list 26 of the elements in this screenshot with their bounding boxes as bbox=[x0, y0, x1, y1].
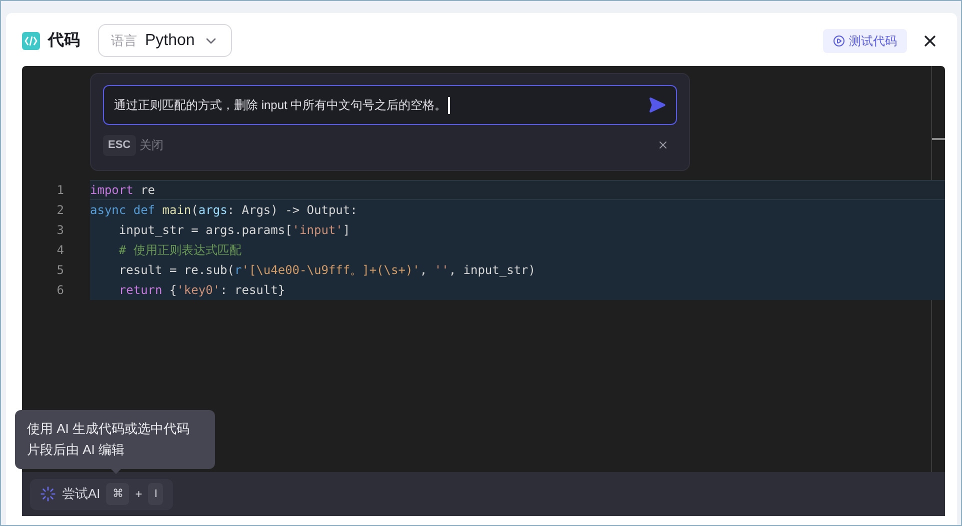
line-number: 1 bbox=[56, 182, 64, 199]
line-number: 3 bbox=[56, 222, 64, 239]
line-number: 5 bbox=[56, 262, 64, 279]
line-number: 2 bbox=[56, 202, 64, 219]
text-cursor bbox=[448, 96, 450, 114]
close-icon[interactable] bbox=[657, 139, 669, 152]
shortcut-key: ⌘ bbox=[106, 482, 130, 506]
close-hint: 关闭 bbox=[140, 137, 164, 154]
panel-title: 代码 bbox=[48, 30, 80, 50]
tooltip: 使用 AI 生成代码或选中代码片段后由 AI 编辑 bbox=[15, 410, 215, 469]
scrollbar-marker bbox=[932, 138, 945, 140]
send-icon[interactable] bbox=[648, 96, 666, 114]
play-icon bbox=[833, 34, 845, 46]
try-ai-button[interactable]: 尝试AI ⌘ + I bbox=[30, 478, 174, 510]
shortcut-key: I bbox=[148, 482, 164, 506]
try-ai-label: 尝试AI bbox=[62, 485, 100, 504]
line-number: 6 bbox=[56, 282, 64, 299]
language-select[interactable]: 语言 Python bbox=[98, 24, 232, 57]
tooltip-arrow bbox=[110, 468, 122, 474]
plus-sign: + bbox=[135, 486, 142, 503]
spinner-icon bbox=[40, 486, 56, 502]
code-icon bbox=[22, 32, 40, 50]
esc-key: ESC bbox=[103, 135, 136, 156]
test-code-button[interactable]: 测试代码 bbox=[823, 28, 907, 52]
ai-prompt-input[interactable]: 通过正则匹配的方式，删除 input 中所有中文句号之后的空格。 bbox=[103, 85, 677, 125]
line-number: 4 bbox=[56, 242, 64, 259]
